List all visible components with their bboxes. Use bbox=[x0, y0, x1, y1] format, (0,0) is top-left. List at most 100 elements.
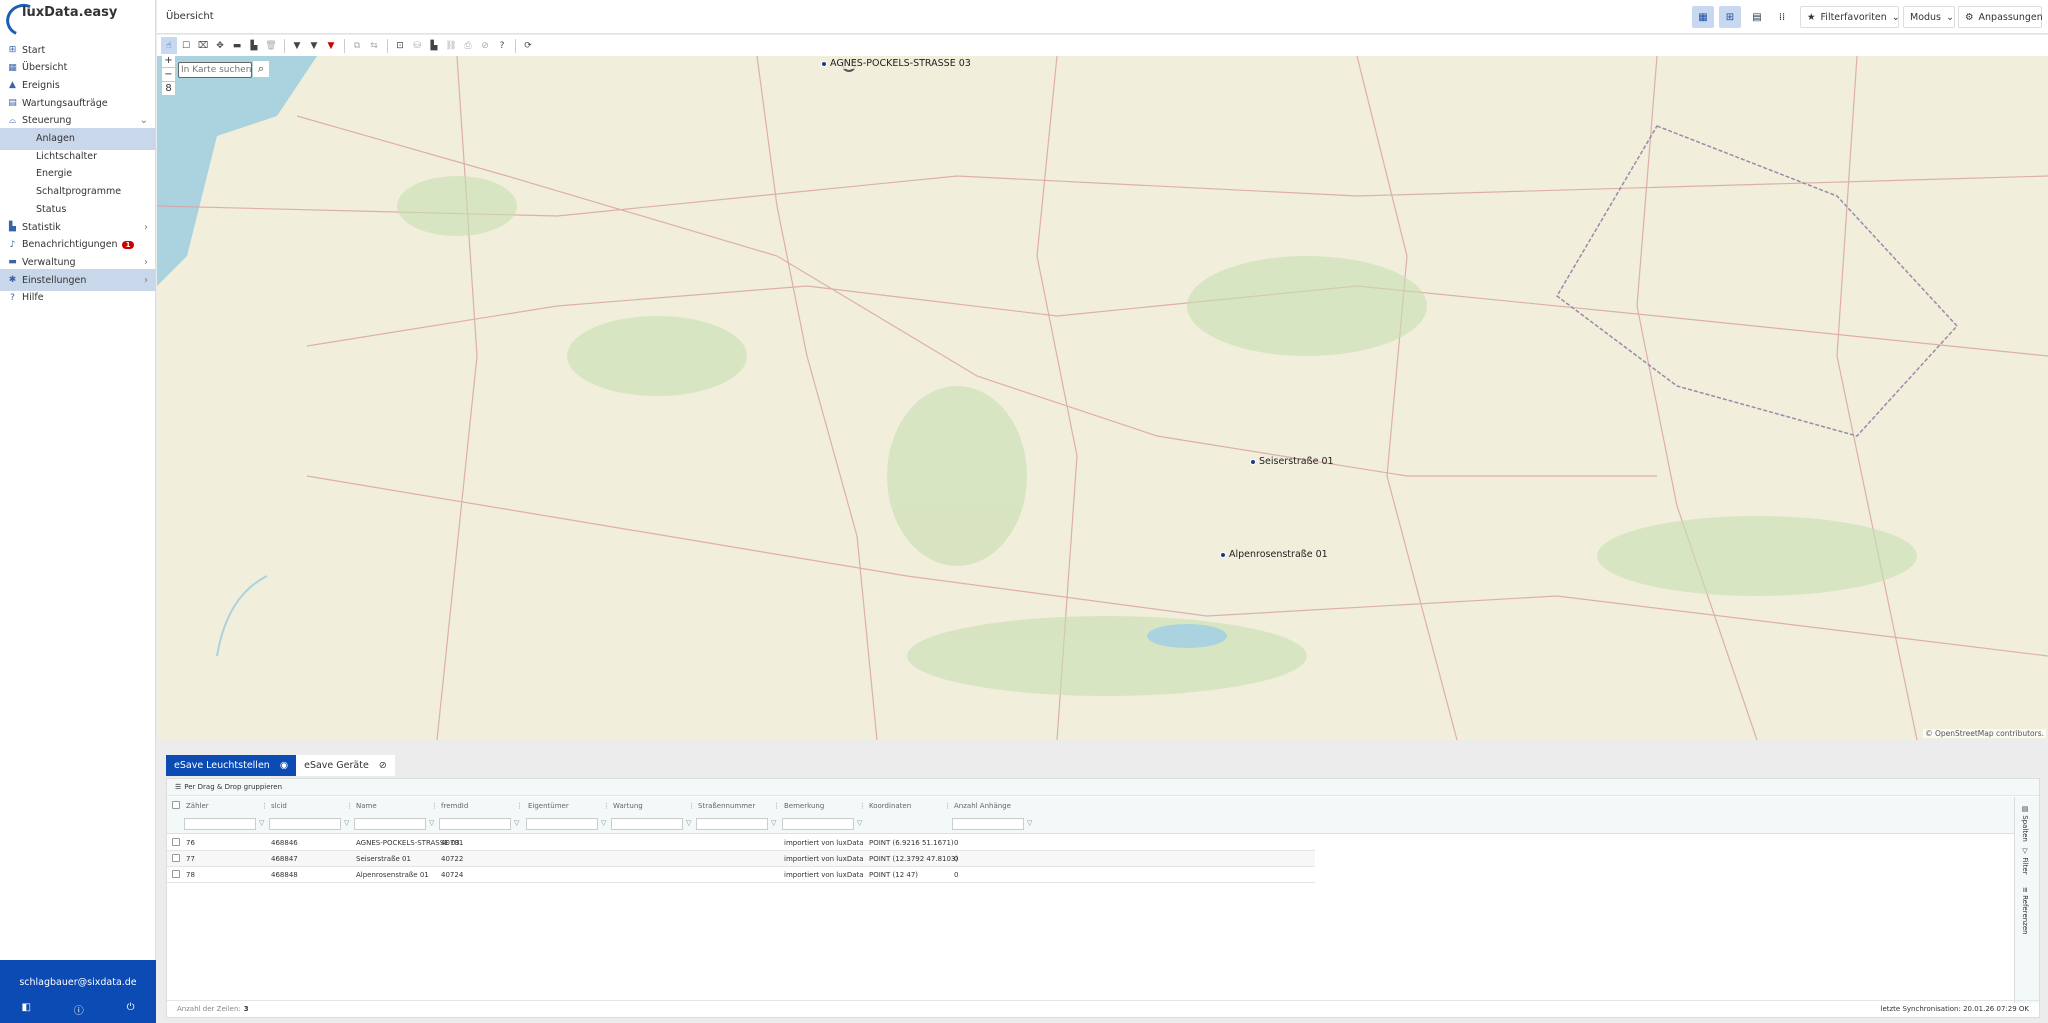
column-menu-icon[interactable]: ⋮ bbox=[346, 802, 353, 810]
help-icon[interactable]: ? bbox=[494, 37, 510, 54]
customize-button[interactable]: ⚙ Anpassungen bbox=[1958, 6, 2043, 28]
tab-esave-geraete[interactable]: eSave Geräte ⊘ bbox=[296, 755, 395, 776]
mode-dropdown[interactable]: Modus ⌄ bbox=[1903, 6, 1955, 28]
info-icon[interactable]: ⓘ bbox=[74, 1002, 84, 1017]
filter-edit-icon[interactable]: ▼ bbox=[306, 37, 322, 54]
columns-panel-tab[interactable]: ▤ Spalten bbox=[2021, 805, 2029, 842]
zoom-in-button[interactable]: + bbox=[162, 56, 175, 67]
filter-favorites-dropdown[interactable]: ★ Filterfavoriten ⌄ bbox=[1800, 6, 1900, 28]
logo[interactable]: luxData.easy bbox=[1, 0, 154, 41]
move-icon[interactable]: ✥ bbox=[212, 37, 228, 54]
filter-icon[interactable]: ▽ bbox=[601, 819, 606, 827]
column-filter-input[interactable] bbox=[526, 818, 598, 830]
filter-clear-icon[interactable]: ▼ bbox=[323, 37, 339, 54]
table-row[interactable]: 78 468848 Alpenrosenstraße 01 40724 importie… bbox=[167, 867, 1315, 883]
chevron-right-icon[interactable]: › bbox=[144, 275, 148, 286]
filter-icon[interactable]: ▽ bbox=[857, 819, 862, 827]
chart-bars-icon[interactable]: ▙ bbox=[246, 37, 262, 54]
map-marker[interactable]: Seiserstraße 01 bbox=[1250, 456, 1334, 467]
chevron-right-icon[interactable]: › bbox=[144, 222, 148, 233]
sidebar-item-hilfe[interactable]: ? Hilfe bbox=[0, 287, 156, 309]
filter-panel-tab[interactable]: ▽ Filter bbox=[2021, 847, 2029, 875]
filter-icon[interactable]: ▼ bbox=[289, 37, 305, 54]
map-search-input[interactable] bbox=[178, 62, 252, 78]
measure-icon[interactable]: ▬ bbox=[229, 37, 245, 54]
column-menu-icon[interactable]: ⋮ bbox=[431, 802, 438, 810]
map-marker[interactable]: Alpenrosenstraße 01 bbox=[1220, 549, 1328, 560]
print-icon[interactable]: ⎙ bbox=[460, 37, 476, 54]
select-all-checkbox[interactable] bbox=[172, 801, 180, 809]
table-row[interactable]: 77 468847 Seiserstraße 01 40722 importiert v… bbox=[167, 851, 1315, 867]
export-map-icon[interactable]: ⊡ bbox=[392, 37, 408, 54]
column-header[interactable]: Koordinaten bbox=[869, 802, 911, 810]
filter-icon[interactable]: ▽ bbox=[686, 819, 691, 827]
row-checkbox[interactable] bbox=[172, 870, 180, 878]
column-menu-icon[interactable]: ⋮ bbox=[516, 802, 523, 810]
eye-slash-icon[interactable]: ⊘ bbox=[379, 760, 387, 771]
column-filter-input[interactable] bbox=[439, 818, 511, 830]
filter-icon[interactable]: ▽ bbox=[1027, 819, 1032, 827]
trash-icon[interactable]: 🗑 bbox=[263, 37, 279, 54]
column-header[interactable]: Zähler bbox=[186, 802, 209, 810]
row-checkbox[interactable] bbox=[172, 854, 180, 862]
table-view-icon[interactable]: ⊞ bbox=[1719, 6, 1741, 28]
column-header[interactable]: Name bbox=[356, 802, 377, 810]
column-filter-input[interactable] bbox=[782, 818, 854, 830]
attachment-icon[interactable]: ⊘ bbox=[477, 37, 493, 54]
report-icon[interactable]: ▤ bbox=[1746, 6, 1768, 28]
column-menu-icon[interactable]: ⋮ bbox=[859, 802, 866, 810]
column-header[interactable]: Straßennummer bbox=[698, 802, 755, 810]
column-header[interactable]: Eigentümer bbox=[528, 802, 569, 810]
column-filter-input[interactable] bbox=[354, 818, 426, 830]
database-icon[interactable]: ⛁ bbox=[409, 37, 425, 54]
column-filter-input[interactable] bbox=[269, 818, 341, 830]
map-attribution[interactable]: © OpenStreetMap contributors. bbox=[1923, 729, 2046, 738]
table-cell: Alpenrosenstraße 01 bbox=[356, 871, 429, 879]
column-header[interactable]: Wartung bbox=[613, 802, 643, 810]
collapse-sidebar-icon[interactable]: ◧ bbox=[21, 1002, 30, 1017]
column-filter-input[interactable] bbox=[952, 818, 1024, 830]
export-file-icon[interactable]: ▙ bbox=[426, 37, 442, 54]
filter-icon[interactable]: ▽ bbox=[514, 819, 519, 827]
polygon-select-icon[interactable]: ⌧ bbox=[195, 37, 211, 54]
column-menu-icon[interactable]: ⋮ bbox=[773, 802, 780, 810]
column-filter-input[interactable] bbox=[696, 818, 768, 830]
bell-icon: ♪ bbox=[9, 239, 16, 250]
column-menu-icon[interactable]: ⋮ bbox=[261, 802, 268, 810]
column-menu-icon[interactable]: ⋮ bbox=[603, 802, 610, 810]
row-checkbox[interactable] bbox=[172, 838, 180, 846]
select-pointer-icon[interactable]: ☝ bbox=[161, 37, 177, 54]
column-header[interactable]: Anzahl Anhänge bbox=[954, 802, 1011, 810]
eye-icon[interactable]: ◉ bbox=[280, 760, 288, 771]
transfer-icon[interactable]: ⇆ bbox=[366, 37, 382, 54]
zoom-out-button[interactable]: − bbox=[162, 68, 175, 81]
column-header[interactable]: Bemerkung bbox=[784, 802, 824, 810]
refresh-icon[interactable]: ⟳ bbox=[520, 37, 536, 54]
filter-icon[interactable]: ▽ bbox=[344, 819, 349, 827]
column-filter-input[interactable] bbox=[184, 818, 256, 830]
link-icon[interactable]: ⛓ bbox=[443, 37, 459, 54]
map[interactable]: + − 8 ⌕ AGNES-POCKELS-STRASSE 03 Seisers… bbox=[157, 56, 2048, 740]
filter-icon[interactable]: ▽ bbox=[259, 819, 264, 827]
rectangle-select-icon[interactable]: ☐ bbox=[178, 37, 194, 54]
chevron-right-icon[interactable]: › bbox=[144, 257, 148, 268]
references-panel-tab[interactable]: ≡ Referenzen bbox=[2021, 887, 2029, 935]
column-menu-icon[interactable]: ⋮ bbox=[688, 802, 695, 810]
column-menu-icon[interactable]: ⋮ bbox=[944, 802, 951, 810]
tab-esave-leuchtstellen[interactable]: eSave Leuchtstellen ◉ bbox=[166, 755, 297, 776]
table-row[interactable]: 76 468846 AGNES-POCKELS-STRASSE 03 40781 imp… bbox=[167, 835, 1315, 851]
power-icon[interactable]: ⏻ bbox=[127, 1002, 135, 1017]
filter-icon[interactable]: ▽ bbox=[429, 819, 434, 827]
column-filter-input[interactable] bbox=[611, 818, 683, 830]
copy-icon[interactable]: ⧉ bbox=[349, 37, 365, 54]
chevron-down-icon[interactable]: ⌄ bbox=[140, 115, 148, 126]
column-header[interactable]: slcid bbox=[271, 802, 287, 810]
search-icon[interactable]: ⌕ bbox=[253, 61, 269, 77]
map-marker[interactable]: AGNES-POCKELS-STRASSE 03 bbox=[819, 58, 973, 69]
filter-icon[interactable]: ▽ bbox=[771, 819, 776, 827]
sidebar-item-label: Anlagen bbox=[36, 133, 75, 144]
tiles-icon[interactable]: ⁞⁞ bbox=[1771, 6, 1793, 28]
column-header[interactable]: fremdId bbox=[441, 802, 468, 810]
group-drop-zone[interactable]: ☰ Per Drag & Drop gruppieren bbox=[167, 779, 2039, 796]
map-view-icon[interactable]: ▦ bbox=[1692, 6, 1714, 28]
